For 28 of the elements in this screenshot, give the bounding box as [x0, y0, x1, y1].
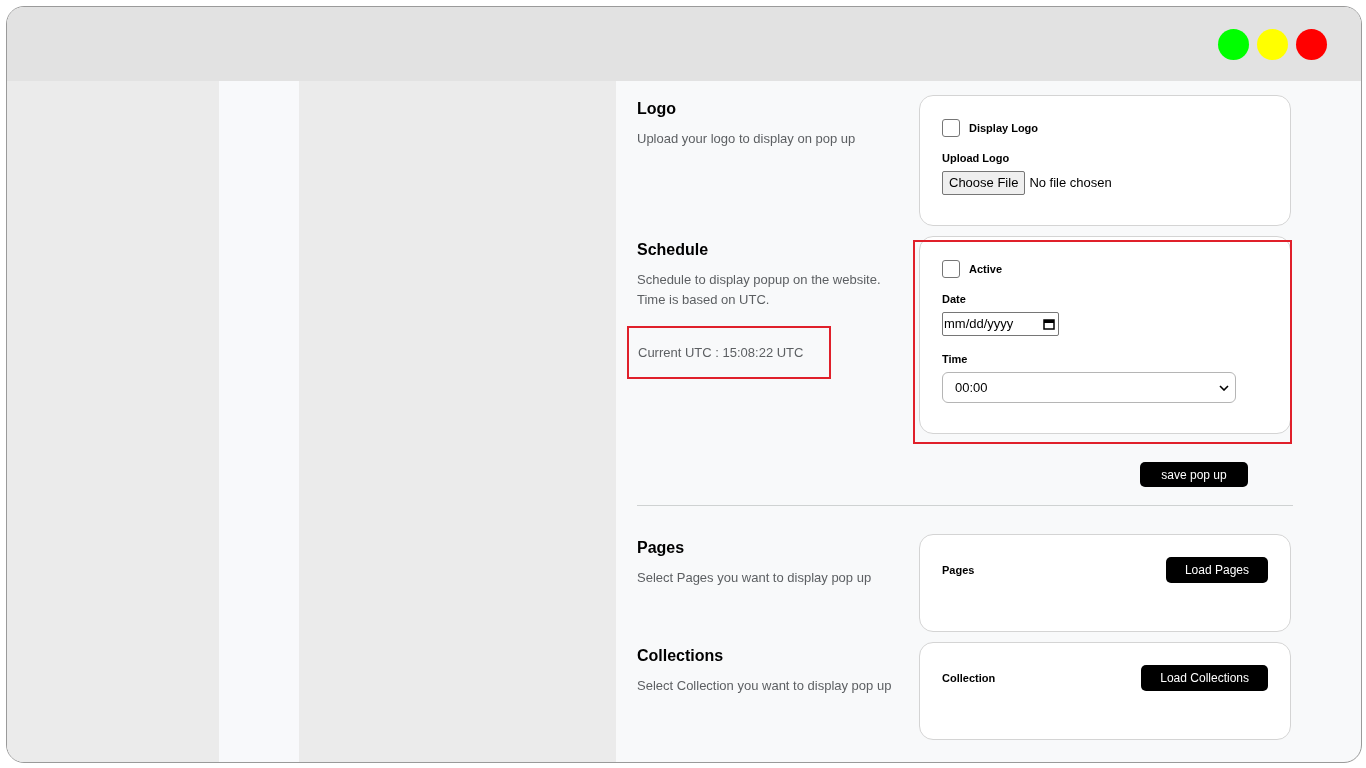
section-title: Logo: [637, 99, 678, 119]
card-label: Collection: [942, 671, 996, 686]
choose-file-button[interactable]: Choose File: [942, 171, 1026, 195]
date-field[interactable]: mm/dd/yyyy: [942, 312, 1059, 336]
card-label: Pages: [942, 563, 975, 578]
file-status-text: No file chosen: [1029, 174, 1112, 193]
checkbox-label: Active: [969, 261, 1003, 277]
field-label: Time: [942, 352, 969, 366]
section-title: Collections: [637, 646, 725, 666]
section-description: Select Collection you want to display pop up: [637, 677, 893, 695]
section-title: Pages: [637, 538, 686, 558]
field-label: Upload Logo: [942, 151, 1011, 165]
checkbox-label: Display Logo: [969, 120, 1039, 136]
section-title: Schedule: [637, 240, 710, 260]
load-button[interactable]: Load Pages: [1165, 557, 1268, 583]
field-label: Date: [942, 292, 967, 306]
section-description: Upload your logo to display on pop up: [637, 130, 857, 148]
save-button[interactable]: save pop up: [1140, 462, 1248, 487]
section-description: Select Pages you want to display pop up: [637, 569, 873, 587]
checkbox[interactable]: [942, 260, 960, 278]
load-button[interactable]: Load Collections: [1141, 665, 1268, 691]
section-description: Time is based on UTC.: [637, 291, 771, 309]
chevron-down-icon: [1219, 384, 1229, 391]
utc-time-text: Current UTC : 15:08:22 UTC: [638, 343, 804, 362]
section-description: Schedule to display popup on the website.: [637, 271, 882, 289]
calendar-icon[interactable]: [1043, 318, 1055, 330]
time-select[interactable]: 00:00: [942, 372, 1236, 403]
checkbox[interactable]: [942, 119, 960, 137]
